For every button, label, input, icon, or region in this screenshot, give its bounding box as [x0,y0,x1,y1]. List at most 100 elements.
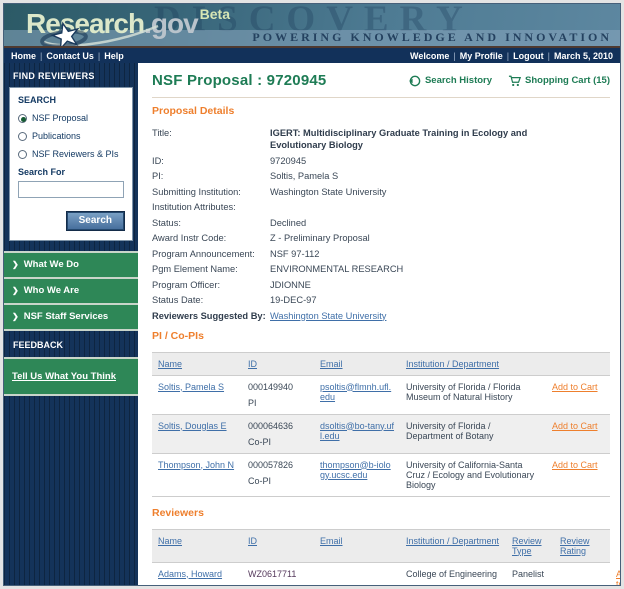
person-name-link[interactable]: Soltis, Douglas E [158,421,227,431]
detail-row: PI: Soltis, Pamela S [152,170,610,182]
cell-name: Soltis, Douglas E [152,414,242,454]
person-id: WZ0617711 [248,568,297,579]
detail-value: Soltis, Pamela S [270,171,339,181]
cell-add-to-cart: Add to Cart [546,414,610,454]
detail-row: Title: IGERT: Multidisciplinary Graduate … [152,127,610,151]
column-header-id[interactable]: ID [242,351,314,376]
detail-value: 19-DEC-97 [270,295,317,305]
search-option-label: NSF Proposal [32,113,89,123]
sidebar-filler [4,396,138,585]
sidebar-item-who-we-are[interactable]: ❯ Who We Are [4,277,138,303]
detail-label: PI: [152,171,164,181]
detail-label: ID: [152,155,164,166]
search-option-nsf-proposal[interactable]: NSF Proposal [18,113,124,123]
email-link[interactable]: psoltis@flmnh.ufl.edu [320,382,391,402]
column-header-name[interactable]: Name [152,351,242,376]
sidebar-item-nsf-staff-services[interactable]: ❯ NSF Staff Services [4,303,138,331]
cell-add-to-cart: Add to Cart [546,453,610,497]
suggested-by-link[interactable]: Washington State University [270,311,386,321]
column-header-link[interactable]: ID [248,359,257,369]
column-header-link[interactable]: Institution / Department [406,536,499,546]
beta-badge: Beta [199,6,231,22]
column-header-link[interactable]: Institution / Department [406,359,499,369]
search-input[interactable] [18,181,124,198]
cell-name: Thompson, John N [152,453,242,497]
person-name-link[interactable]: Thompson, John N [158,460,234,470]
add-to-cart-link[interactable]: Add to Cart [616,569,620,586]
column-header-link[interactable]: Name [158,536,182,546]
search-history-link[interactable]: Search History [409,75,492,87]
sidebar-item-what-we-do[interactable]: ❯ What We Do [4,251,138,277]
column-header-institution-department[interactable]: Institution / Department [400,528,506,563]
nav-separator: | [506,50,510,61]
detail-row: Pgm Element Name: ENVIRONMENTAL RESEARCH [152,263,610,275]
column-header-email[interactable]: Email [314,351,400,376]
person-id: 000064636 [248,420,294,431]
column-header-id[interactable]: ID [242,528,314,563]
chevron-right-icon: ❯ [12,286,19,295]
sidebar-item-label: Who We Are [23,285,80,296]
column-header-link[interactable]: ID [248,536,257,546]
column-header-institution-department[interactable]: Institution / Department [400,351,546,376]
nav-date: March 5, 2010 [553,50,613,61]
search-option-publications[interactable]: Publications [18,131,124,141]
top-navbar: Home | Contact Us | Help Welcome | My Profile |… [4,48,620,63]
nav-link-contact-us[interactable]: Contact Us [46,51,94,61]
nav-link-my-profile[interactable]: My Profile [460,51,503,61]
column-header-link[interactable]: Review Type [512,536,542,556]
nav-separator: | [40,50,43,61]
column-header-email[interactable]: Email [314,528,400,563]
reviewers-heading: Reviewers [152,506,204,519]
detail-row: Program Officer: JDIONNE [152,279,610,291]
nav-link-logout[interactable]: Logout [513,51,544,61]
column-header-link[interactable]: Email [320,536,343,546]
top-nav-right: Welcome | My Profile | Logout | March 5, 2010 [410,51,613,61]
radio-button-icon[interactable] [18,149,27,159]
search-for-label: Search For [18,167,66,177]
detail-value: ENVIRONMENTAL RESEARCH [270,264,404,274]
nav-link-home[interactable]: Home [11,51,36,61]
cell-institution: University of California-Santa Cruz / Ec… [400,453,546,497]
find-reviewers-heading: FIND REVIEWERS [13,71,95,81]
column-header-review-type[interactable]: Review Type [506,528,554,563]
chevron-right-icon: ❯ [12,312,19,321]
top-nav-left: Home | Contact Us | Help [11,51,124,61]
person-name-link[interactable]: Adams, Howard [158,569,222,579]
column-header-review-rating[interactable]: Review Rating [554,528,610,563]
nav-separator: | [547,50,550,61]
tell-us-link[interactable]: Tell Us What You Think [12,371,116,382]
nav-link-welcome[interactable]: Welcome [410,51,449,61]
search-type-options: NSF Proposal Publications NSF Reviewers & … [18,113,124,159]
column-header-link[interactable]: Review Rating [560,536,590,556]
detail-label: Program Announcement: [152,248,255,259]
history-icon [409,75,421,86]
person-role: Co-PI [248,475,272,486]
radio-button-icon[interactable] [18,113,27,123]
detail-row: Award Instr Code: Z - Preliminary Proposa… [152,232,610,244]
search-option-nsf-reviewers-pis[interactable]: NSF Reviewers & PIs [18,149,124,159]
column-header-link[interactable]: Email [320,359,343,369]
person-name-link[interactable]: Soltis, Pamela S [158,382,224,392]
column-header-link[interactable]: Name [158,359,182,369]
add-to-cart-link[interactable]: Add to Cart [552,382,598,392]
column-header-name[interactable]: Name [152,528,242,563]
table-row: Thompson, John N 000057826 Co-PI thompson@b… [152,453,610,497]
nav-link-help[interactable]: Help [104,51,124,61]
email-link[interactable]: thompson@b-iology.ucsc.edu [320,460,391,480]
chevron-right-icon: ❯ [12,260,19,269]
proposal-details: Title: IGERT: Multidisciplinary Graduate … [152,127,610,322]
cell-institution: College of Engineering [400,562,506,585]
cell-add-to-cart: Add to Cart [546,375,610,415]
detail-row: Institution Attributes: [152,201,610,213]
add-to-cart-link[interactable]: Add to Cart [552,460,598,470]
column-header-actions [546,351,610,376]
reviewers-table: Name ID Email Institution / Department Revie… [152,528,620,585]
shopping-cart-link[interactable]: Shopping Cart (15) [508,75,610,87]
search-button[interactable]: Search [66,212,124,230]
email-link[interactable]: dsoltis@bo-tany.ufl.edu [320,421,394,441]
person-id: 000057826 [248,459,294,470]
radio-button-icon[interactable] [18,131,27,141]
add-to-cart-link[interactable]: Add to Cart [552,421,598,431]
pi-copis-heading: PI / Co-PIs [152,329,204,342]
proposal-details-heading: Proposal Details [152,105,235,117]
